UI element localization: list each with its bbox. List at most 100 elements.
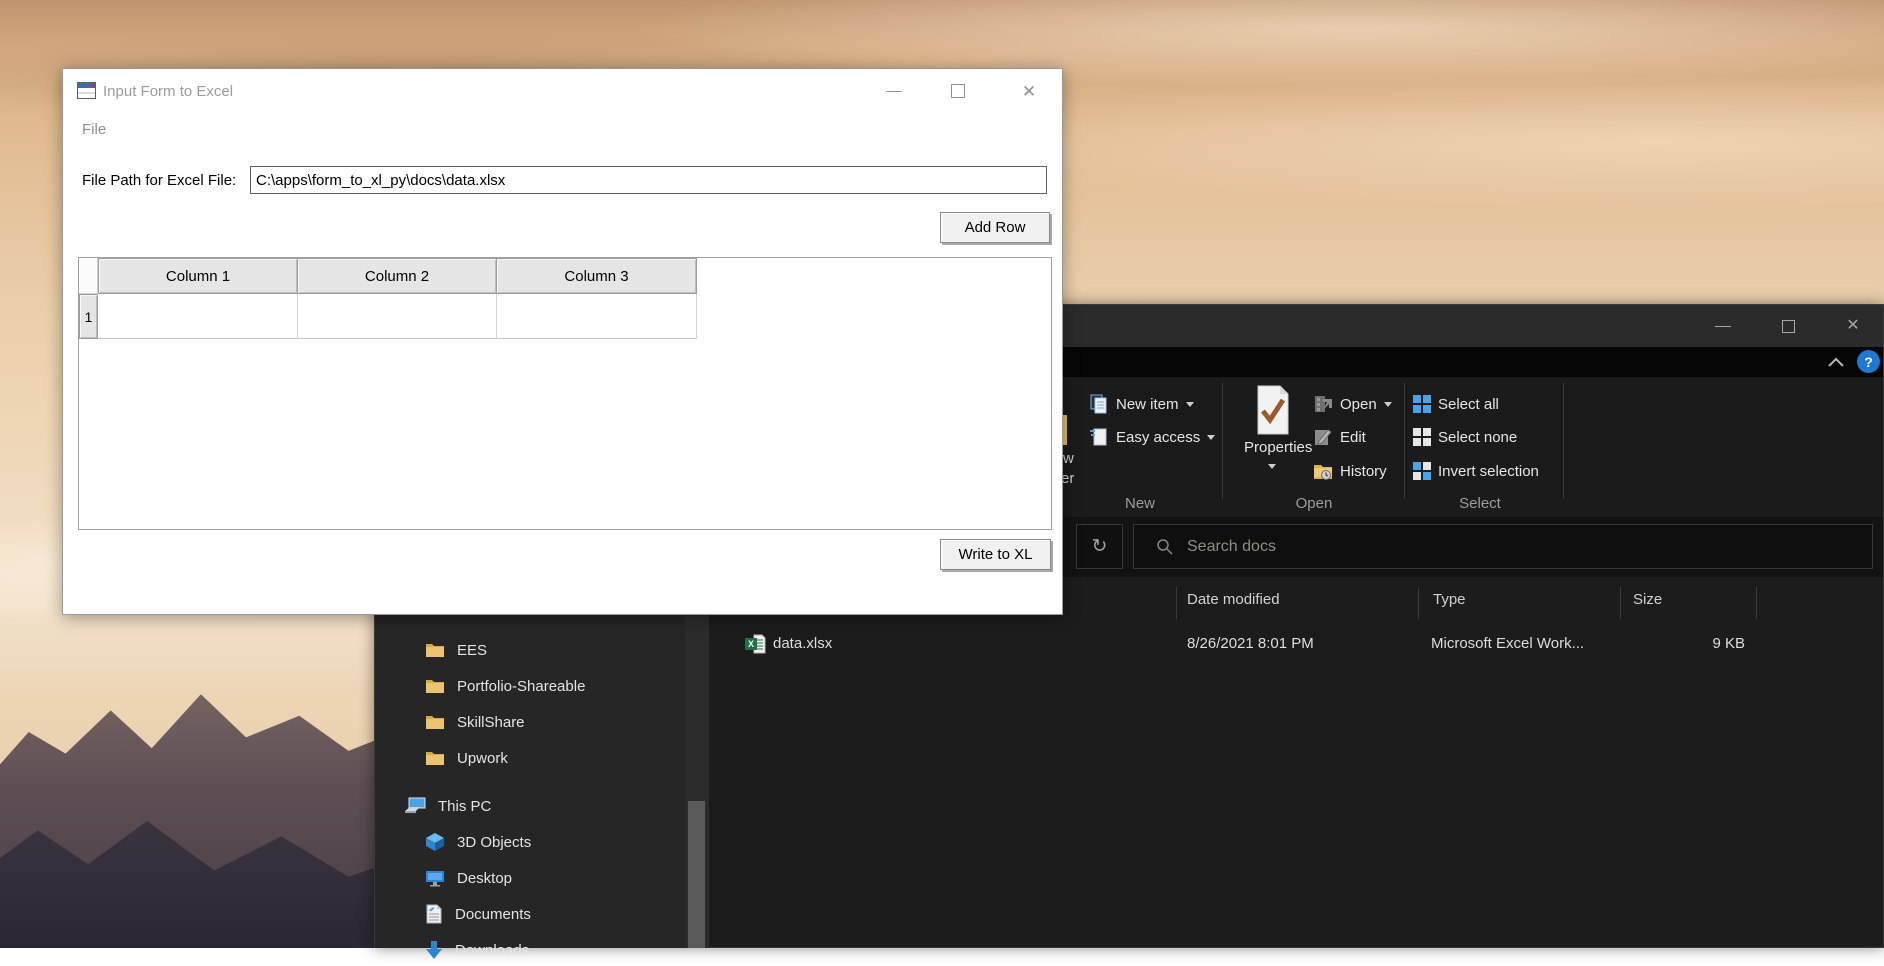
sidebar-item-ees[interactable]: EES — [375, 634, 685, 666]
table-row-header: 1 — [79, 294, 98, 339]
select-all-button[interactable]: Select all — [1413, 391, 1499, 417]
column-header-type[interactable]: Type — [1433, 591, 1466, 613]
file-path-label: File Path for Excel File: — [82, 172, 236, 189]
cube-icon — [425, 832, 445, 852]
open-button[interactable]: Open — [1313, 391, 1392, 417]
chevron-down-icon — [1186, 402, 1194, 407]
table-cell-r1c1[interactable] — [98, 294, 298, 339]
new-folder-icon-sliver — [1063, 415, 1067, 445]
column-header-size[interactable]: Size — [1633, 591, 1662, 613]
table-cell-r1c2[interactable] — [298, 294, 497, 339]
edit-label: Edit — [1340, 429, 1366, 446]
search-icon — [1156, 538, 1173, 555]
open-label: Open — [1340, 396, 1377, 413]
sidebar-item-portfolio-shareable[interactable]: Portfolio-Shareable — [375, 670, 685, 702]
ribbon-group-select: Select — [1405, 495, 1555, 515]
sidebar-item-documents[interactable]: Documents — [375, 898, 685, 930]
help-button[interactable]: ? — [1857, 350, 1880, 373]
open-icon — [1313, 394, 1333, 414]
new-item-label: New item — [1116, 396, 1179, 413]
ribbon-separator — [1563, 383, 1564, 499]
sidebar-item-label: This PC — [438, 798, 491, 815]
minimize-icon — [886, 91, 902, 92]
sidebar-item-desktop[interactable]: Desktop — [375, 862, 685, 894]
sidebar-scrollbar-thumb[interactable] — [688, 801, 705, 948]
refresh-icon: ↻ — [1092, 535, 1108, 558]
help-icon: ? — [1864, 354, 1873, 370]
table-cell-r1c3[interactable] — [497, 294, 697, 339]
sidebar-item-label: SkillShare — [457, 714, 525, 731]
select-none-label: Select none — [1438, 429, 1517, 446]
properties-button[interactable]: Properties — [1244, 383, 1300, 477]
ribbon-separator — [1222, 383, 1223, 499]
column-separator[interactable] — [1418, 587, 1419, 619]
invert-selection-button[interactable]: Invert selection — [1413, 458, 1539, 484]
column-separator[interactable] — [1756, 587, 1757, 619]
new-folder-fragment-1: w — [1063, 449, 1074, 469]
sidebar-item-label: EES — [457, 642, 487, 659]
add-row-button[interactable]: Add Row — [940, 212, 1050, 243]
file-row-data-xlsx[interactable]: X data.xlsx 8/26/2021 8:01 PM Microsoft … — [743, 631, 1863, 661]
document-icon — [425, 904, 443, 924]
select-all-icon — [1413, 395, 1431, 413]
new-folder-fragment-2: er — [1061, 469, 1074, 489]
properties-icon — [1254, 385, 1290, 435]
collapse-ribbon-button[interactable] — [1823, 352, 1849, 372]
folder-icon — [425, 714, 445, 730]
file-type: Microsoft Excel Work... — [1431, 635, 1584, 659]
folder-icon — [425, 750, 445, 766]
chevron-down-icon — [1268, 464, 1276, 469]
sidebar-item-upwork[interactable]: Upwork — [375, 742, 685, 774]
close-icon: ✕ — [1022, 83, 1036, 100]
history-button[interactable]: History — [1313, 458, 1387, 484]
form-close-button[interactable]: ✕ — [1007, 69, 1051, 113]
select-none-icon — [1413, 428, 1431, 446]
select-all-label: Select all — [1438, 396, 1499, 413]
excel-file-icon: X — [745, 634, 766, 654]
table-header-column-1: Column 1 — [98, 258, 298, 294]
easy-access-button[interactable]: Easy access — [1089, 424, 1215, 450]
refresh-button[interactable]: ↻ — [1076, 524, 1123, 569]
write-to-xl-button[interactable]: Write to XL — [940, 539, 1051, 570]
download-arrow-icon — [425, 940, 443, 960]
easy-access-icon — [1089, 427, 1109, 447]
select-none-button[interactable]: Select none — [1413, 424, 1517, 450]
folder-icon — [425, 642, 445, 658]
sidebar-item-3d-objects[interactable]: 3D Objects — [375, 826, 685, 858]
app-window-icon — [77, 82, 96, 99]
sidebar-item-this-pc[interactable]: This PC — [375, 790, 685, 822]
explorer-maximize-button[interactable] — [1760, 305, 1816, 347]
form-maximize-button[interactable] — [936, 69, 980, 113]
invert-selection-label: Invert selection — [1438, 463, 1539, 480]
sidebar-scrollbar-track[interactable] — [685, 577, 709, 948]
menu-file[interactable]: File — [76, 117, 112, 142]
search-box[interactable] — [1133, 524, 1873, 569]
sidebar-item-label: Desktop — [457, 870, 512, 887]
sidebar-item-downloads[interactable]: Downloads — [375, 934, 685, 966]
form-minimize-button[interactable] — [872, 69, 916, 113]
file-path-input[interactable] — [250, 166, 1047, 194]
table-header-column-3: Column 3 — [496, 258, 697, 294]
column-separator[interactable] — [1620, 587, 1621, 619]
file-size: 9 KB — [1620, 635, 1745, 659]
explorer-minimize-button[interactable] — [1695, 305, 1751, 347]
maximize-icon — [951, 84, 965, 98]
column-header-date-modified[interactable]: Date modified — [1187, 591, 1280, 613]
data-entry-table: Column 1 Column 2 Column 3 1 — [78, 257, 1052, 530]
column-separator[interactable] — [1176, 587, 1177, 619]
explorer-close-button[interactable]: ✕ — [1825, 305, 1881, 347]
maximize-icon — [1782, 320, 1795, 333]
edit-button[interactable]: Edit — [1313, 424, 1366, 450]
input-form-to-excel-window: Input Form to Excel ✕ File File Path for… — [62, 68, 1063, 615]
window-title: Input Form to Excel — [103, 83, 233, 100]
new-item-button[interactable]: New item — [1089, 391, 1194, 417]
ribbon-separator — [1404, 383, 1405, 499]
file-name: data.xlsx — [773, 635, 832, 659]
history-label: History — [1340, 463, 1387, 480]
sidebar-item-label: Documents — [455, 906, 531, 923]
sidebar-item-skillshare[interactable]: SkillShare — [375, 706, 685, 738]
file-date-modified: 8/26/2021 8:01 PM — [1187, 635, 1314, 659]
search-input[interactable] — [1187, 538, 1787, 556]
folder-icon — [425, 678, 445, 694]
new-item-icon — [1089, 394, 1109, 414]
